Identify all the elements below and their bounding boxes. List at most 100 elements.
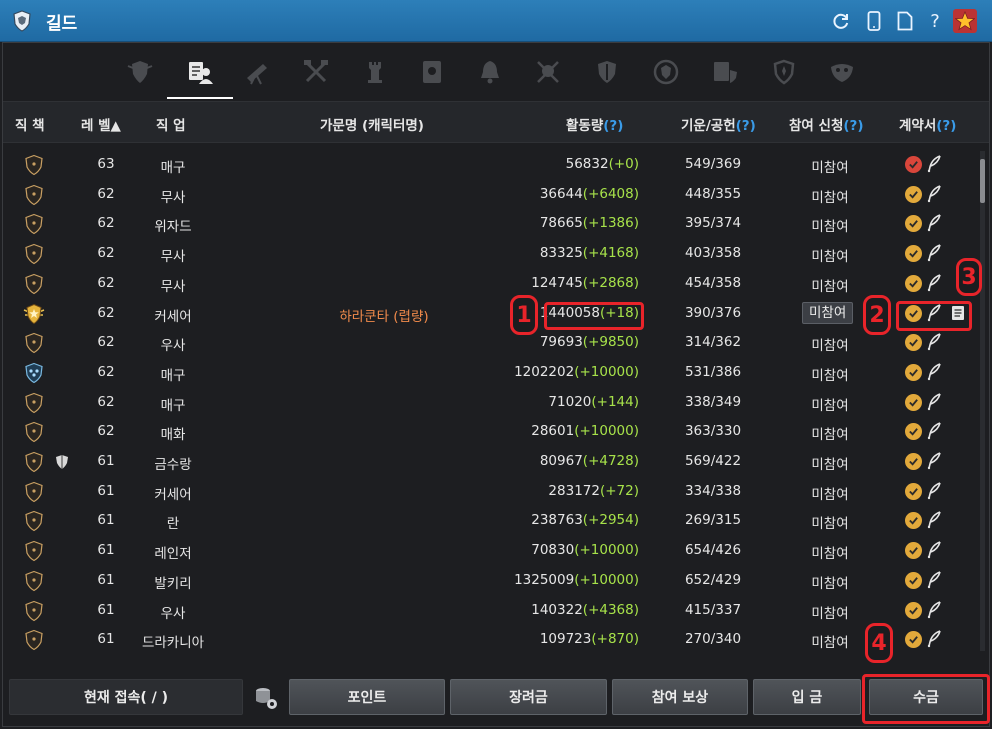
col-participation[interactable]: 참여 신청(?) xyxy=(789,114,864,134)
table-row[interactable]: 62 커세어 하라쿤타 (렵량) 1440058(+18) 390/376 미참여 xyxy=(3,300,973,330)
contract-check-icon[interactable] xyxy=(905,393,922,411)
star-icon[interactable] xyxy=(953,9,977,33)
col-activity[interactable]: 활동량(?) xyxy=(566,114,623,134)
tab-bell[interactable] xyxy=(473,55,507,89)
table-row[interactable]: 62 매화 28601(+10000) 363/330 미참여 xyxy=(3,418,973,448)
tab-tower[interactable] xyxy=(358,55,392,89)
table-row[interactable]: 61 발키리 1325009(+10000) 652/429 미참여 xyxy=(3,567,973,597)
contract-check-icon[interactable] xyxy=(905,156,922,173)
col-level[interactable]: 레 벨▲ xyxy=(81,114,121,134)
tab-document-shield[interactable] xyxy=(708,55,742,89)
activity-help[interactable]: (?) xyxy=(603,118,623,134)
contract-check-icon[interactable] xyxy=(905,512,922,530)
member-class: 우사 xyxy=(160,338,186,355)
quill-icon[interactable] xyxy=(926,244,942,262)
tab-telescope[interactable] xyxy=(240,55,274,89)
tab-skull-crossed[interactable] xyxy=(531,55,565,89)
contract-check-icon[interactable] xyxy=(905,215,922,233)
member-participation: 미참여 xyxy=(811,605,849,622)
mobile-icon[interactable] xyxy=(862,9,886,33)
deposit-button[interactable]: 입 금 xyxy=(753,679,861,715)
tab-guild-emblem[interactable] xyxy=(123,55,157,89)
table-row[interactable]: 61 레인저 70830(+10000) 654/426 미참여 xyxy=(3,537,973,567)
table-row[interactable]: 62 매구 1202202(+10000) 531/386 미참여 xyxy=(3,359,973,389)
col-family-name[interactable]: 가문명 (캐릭터명) xyxy=(320,114,424,134)
document-shield-icon xyxy=(714,62,737,83)
quill-icon[interactable] xyxy=(926,155,942,173)
table-row[interactable]: 62 우사 79693(+9850) 314/362 미참여 xyxy=(3,329,973,359)
tab-shield[interactable] xyxy=(590,55,624,89)
document-icon[interactable] xyxy=(893,9,917,33)
member-family-name[interactable]: 하라쿤타 (렵량) xyxy=(339,305,428,325)
tab-crossed-tools[interactable] xyxy=(299,55,333,89)
contract-check-icon[interactable] xyxy=(905,423,922,441)
tab-scroll-board[interactable] xyxy=(415,55,449,89)
col-rank[interactable]: 직 책 xyxy=(15,114,45,134)
member-class: 란 xyxy=(166,516,180,533)
member-class: 무사 xyxy=(160,249,186,266)
table-row[interactable]: 61 커세어 283172(+72) 334/338 미참여 xyxy=(3,478,973,508)
table-row[interactable]: 63 매구 56832(+0) 549/369 미참여 xyxy=(3,151,973,181)
database-settings-icon[interactable] xyxy=(253,685,279,711)
quill-icon[interactable] xyxy=(926,541,942,559)
quill-icon[interactable] xyxy=(926,600,942,619)
contract-check-icon[interactable] xyxy=(905,601,922,619)
table-row[interactable]: 61 우사 140322(+4368) 415/337 미참여 xyxy=(3,597,973,627)
scroll-thumb[interactable] xyxy=(980,159,985,203)
energy-help[interactable]: (?) xyxy=(736,118,756,134)
table-row[interactable]: 62 무사 124745(+2868) 454/358 미참여 xyxy=(3,270,973,300)
table-row[interactable]: 62 무사 36644(+6408) 448/355 미참여 xyxy=(3,181,973,211)
participation-reward-button[interactable]: 참여 보상 xyxy=(612,679,748,715)
tab-laurel-emblem[interactable] xyxy=(649,55,683,89)
table-row[interactable]: 62 매구 71020(+144) 338/349 미참여 xyxy=(3,389,973,419)
quill-icon[interactable] xyxy=(926,481,942,500)
refresh-icon[interactable] xyxy=(829,9,853,33)
help-icon[interactable]: ? xyxy=(923,9,947,33)
tab-member-list[interactable] xyxy=(183,55,217,89)
participation-button[interactable]: 미참여 xyxy=(802,301,854,324)
quill-icon[interactable] xyxy=(926,214,942,232)
quill-icon[interactable] xyxy=(926,363,942,381)
points-button[interactable]: 포인트 xyxy=(289,679,445,715)
contract-check-icon[interactable] xyxy=(905,334,922,352)
participation-help[interactable]: (?) xyxy=(843,118,863,134)
contract-check-icon[interactable] xyxy=(905,185,922,203)
quill-icon[interactable] xyxy=(926,630,942,648)
contract-check-icon[interactable] xyxy=(905,245,922,263)
quill-icon[interactable] xyxy=(926,571,942,589)
quill-icon[interactable] xyxy=(926,392,942,411)
contract-check-icon[interactable] xyxy=(905,631,922,649)
quill-icon[interactable] xyxy=(926,511,942,529)
quill-icon[interactable] xyxy=(926,422,942,440)
fleur-shield-icon xyxy=(773,59,795,85)
contract-help[interactable]: (?) xyxy=(936,118,956,134)
table-row[interactable]: 61 드라카니아 109723(+870) 270/340 미참여 xyxy=(3,626,973,656)
quill-icon[interactable] xyxy=(926,274,942,292)
col-energy[interactable]: 기운/공헌(?) xyxy=(681,114,756,134)
quill-icon[interactable] xyxy=(926,184,942,203)
col-contract[interactable]: 계약서(?) xyxy=(899,114,956,134)
collect-button[interactable]: 수금 xyxy=(869,679,983,715)
contract-check-icon[interactable] xyxy=(905,304,922,322)
contract-check-icon[interactable] xyxy=(905,453,922,470)
table-row[interactable]: 62 위자드 78665(+1386) 395/374 미참여 xyxy=(3,210,973,240)
table-row[interactable]: 61 금수랑 80967(+4728) 569/422 미참여 xyxy=(3,448,973,478)
contract-check-icon[interactable] xyxy=(905,274,922,292)
table-row[interactable]: 62 무사 83325(+4168) 403/358 미참여 xyxy=(3,240,973,270)
contract-check-icon[interactable] xyxy=(905,571,922,589)
quill-icon[interactable] xyxy=(926,452,942,470)
scrollbar[interactable] xyxy=(980,151,985,651)
col-class[interactable]: 직 업 xyxy=(156,114,186,134)
tab-fleur-shield[interactable] xyxy=(767,55,801,89)
contract-check-icon[interactable] xyxy=(905,542,922,560)
quill-icon[interactable] xyxy=(926,303,942,322)
member-class: 매구 xyxy=(160,160,186,176)
table-row[interactable]: 61 란 238763(+2954) 269/315 미참여 xyxy=(3,507,973,537)
tab-mask[interactable] xyxy=(825,55,859,89)
bonus-button[interactable]: 장려금 xyxy=(450,679,607,715)
title-bar: 길드 ? xyxy=(0,0,992,42)
contract-document-icon[interactable] xyxy=(951,305,965,321)
contract-check-icon[interactable] xyxy=(905,363,922,381)
quill-icon[interactable] xyxy=(926,333,942,351)
contract-check-icon[interactable] xyxy=(905,482,922,500)
